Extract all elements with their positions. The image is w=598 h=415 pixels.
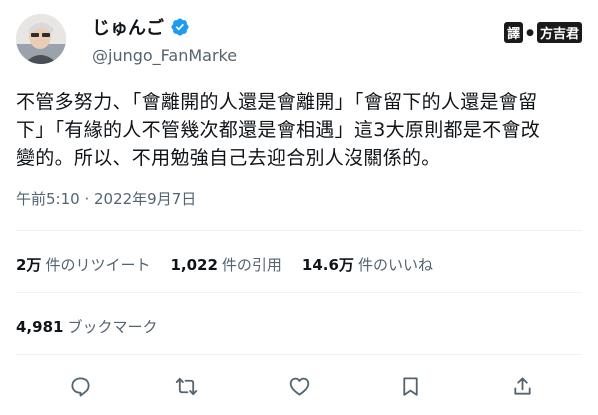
retweet-count-label: 件のリツイート [45,256,151,274]
verified-icon [171,18,189,36]
quote-count[interactable]: 1,022 件の引用 [170,254,281,275]
share-button[interactable] [504,368,540,404]
tweet-text-line: 下」「有緣的人不管幾次都還是會相遇」這3大原則都是不會改 [16,119,540,141]
like-icon [289,377,309,396]
divider [16,230,582,231]
bookmark-button[interactable] [392,368,428,404]
tweet-actions [16,368,582,404]
retweet-count-number: 2万 [16,256,42,274]
tweet-header: じゅんご @jungo_FanMarke 譯 ● 方吉君 [16,12,582,68]
divider [16,354,582,355]
tweet-text-line: 不管多努力、「會離開的人還是會離開」「會留下的人還是會留 [16,91,538,113]
translator-watermark: 譯 ● 方吉君 [504,22,582,43]
retweet-count[interactable]: 2万 件のリツイート [16,254,150,275]
like-count-label: 件のいいね [357,256,433,274]
bookmark-icon [402,376,418,396]
bookmark-count-label: ブックマーク [67,318,158,336]
quote-count-label: 件の引用 [221,256,282,274]
reply-icon [70,376,90,397]
retweet-icon [175,377,197,395]
quote-count-number: 1,022 [170,256,218,274]
engagement-stats: 2万 件のリツイート 1,022 件の引用 14.6万 件のいいね [16,254,453,275]
share-icon [513,376,531,395]
like-count[interactable]: 14.6万 件のいいね [302,254,433,275]
display-name[interactable]: じゅんご [92,14,164,40]
watermark-translator-name: 方吉君 [536,22,582,43]
handle[interactable]: @jungo_FanMarke [92,46,237,65]
bookmark-count[interactable]: 4,981 ブックマーク [16,316,157,337]
divider [16,292,582,293]
watermark-separator: ● [526,27,534,38]
like-count-number: 14.6万 [301,256,354,274]
reply-button[interactable] [62,368,98,404]
tweet-timestamp[interactable]: 午前5:10 · 2022年9月7日 [16,188,196,209]
like-button[interactable] [281,368,317,404]
retweet-button[interactable] [168,368,204,404]
bookmark-count-number: 4,981 [16,318,64,336]
tweet-text: 不管多努力、「會離開的人還是會離開」「會留下的人還是會留 下」「有緣的人不管幾次… [16,88,584,172]
avatar[interactable] [16,14,66,64]
tweet-text-line: 變的。所以、不用勉強自己去迎合別人沒關係的。 [16,147,441,169]
watermark-translate-label: 譯 [504,22,524,43]
